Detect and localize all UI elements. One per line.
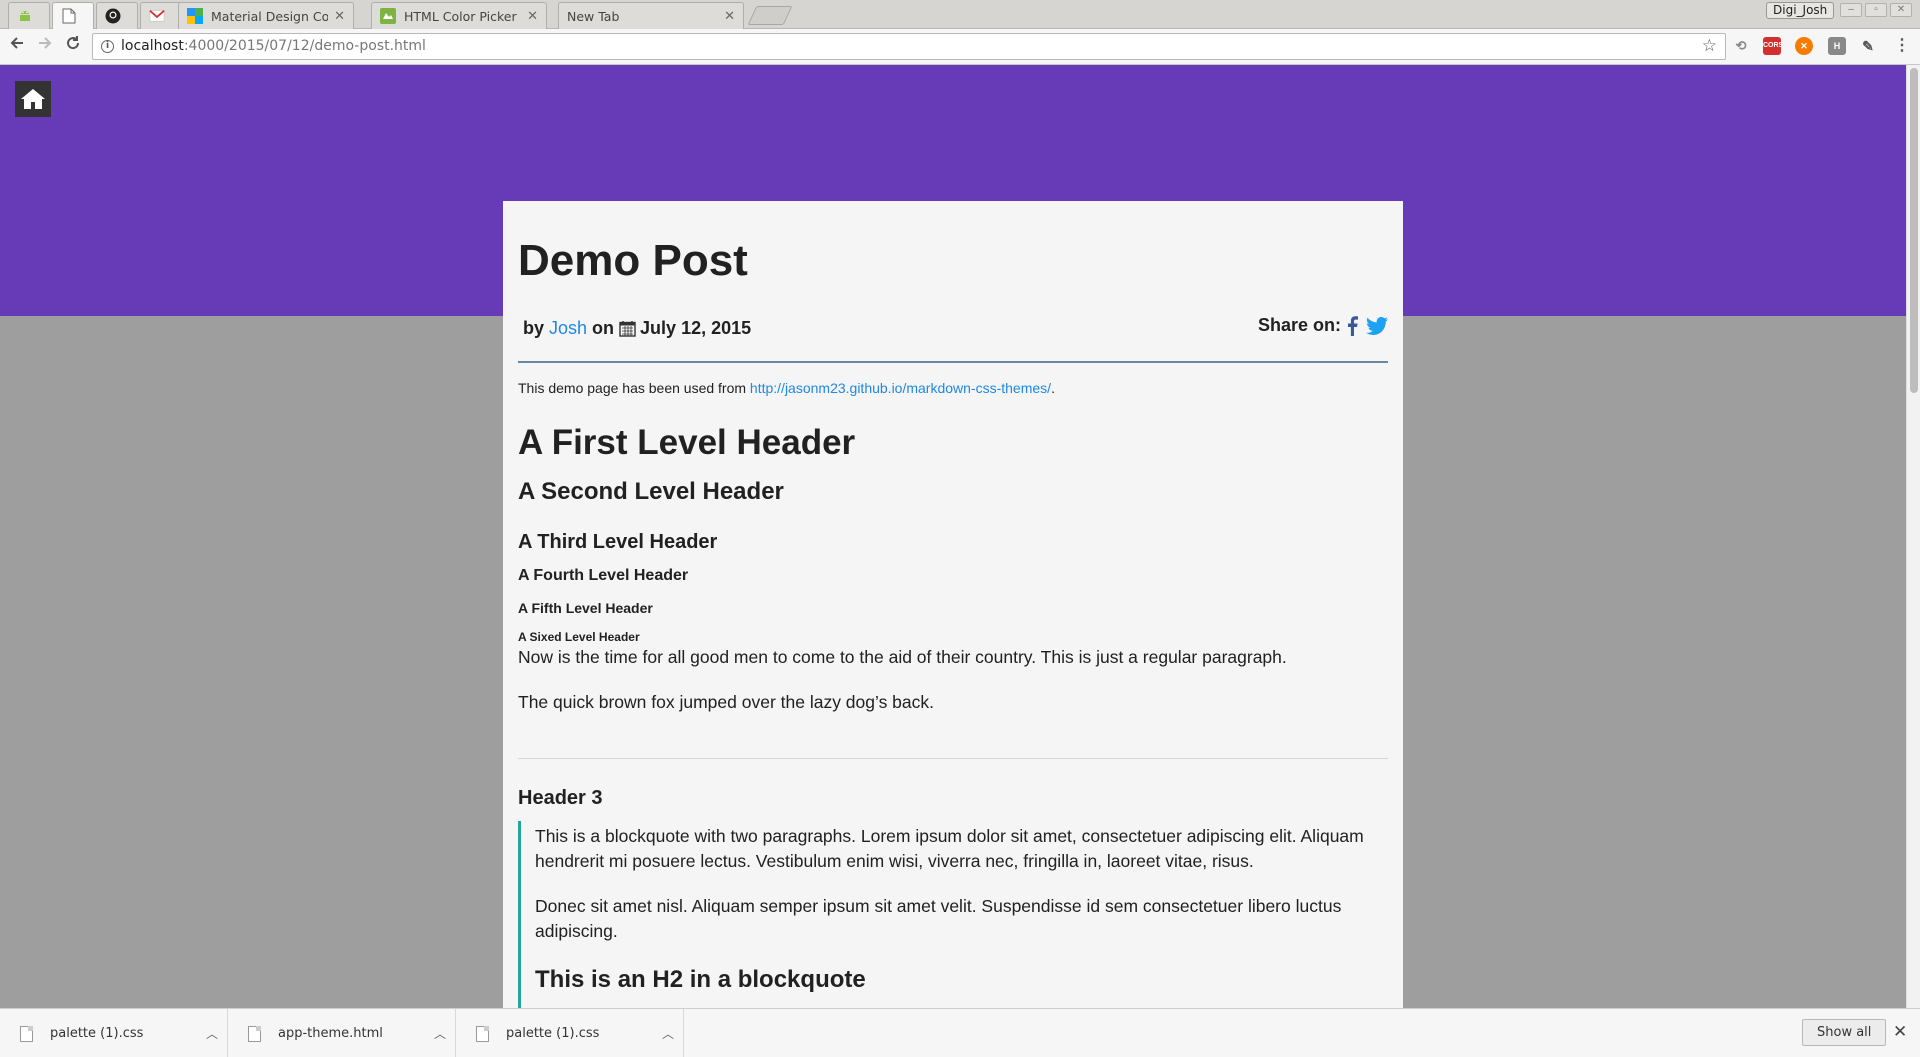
reload-icon: [67, 36, 80, 50]
tab-title: New Tab: [567, 8, 620, 24]
by-label: by: [523, 318, 545, 338]
page-viewport: Demo Post by Josh on July 12, 2015 Share…: [0, 65, 1906, 1008]
tab-pinned-gmail[interactable]: [140, 2, 182, 29]
home-button[interactable]: [15, 81, 51, 117]
intro-paragraph: This demo page has been used from http:/…: [518, 380, 1055, 396]
extension-h-icon[interactable]: H: [1828, 37, 1846, 55]
tab-material-design-color[interactable]: Material Design Color ✕: [178, 2, 354, 29]
blockquote: This is a blockquote with two paragraphs…: [518, 821, 1388, 1008]
extension-cors-icon[interactable]: CORS: [1763, 37, 1783, 55]
intro-text: This demo page has been used from: [518, 380, 750, 396]
minimize-button[interactable]: –: [1840, 3, 1862, 17]
heading-level-2: A Second Level Header: [518, 478, 784, 505]
forward-button[interactable]: [34, 35, 56, 57]
heading-level-5: A Fifth Level Header: [518, 600, 653, 616]
post-title: Demo Post: [518, 236, 748, 285]
download-item[interactable]: palette (1).css ︿: [0, 1009, 228, 1057]
profile-button[interactable]: Digi_Josh: [1766, 2, 1835, 19]
download-item[interactable]: app-theme.html ︿: [228, 1009, 456, 1057]
home-icon: [21, 89, 45, 109]
file-icon: [476, 1025, 489, 1042]
back-button[interactable]: [6, 35, 28, 57]
share-links: Share on:: [1258, 315, 1388, 336]
page-scrollbar[interactable]: [1906, 65, 1920, 1008]
arrow-right-icon: [39, 37, 52, 49]
close-tab-icon[interactable]: ✕: [334, 9, 345, 24]
header-3: Header 3: [518, 787, 603, 809]
tab-pinned-android[interactable]: [8, 2, 50, 29]
extension-orange-icon[interactable]: ✕: [1795, 37, 1813, 55]
twitter-icon[interactable]: [1366, 316, 1388, 335]
on-label: on: [592, 318, 615, 338]
heading-level-1: A First Level Header: [518, 423, 856, 462]
url-host: localhost: [121, 38, 184, 54]
tab-title: Material Design Color: [211, 8, 329, 24]
close-tab-icon[interactable]: ✕: [527, 9, 538, 24]
intro-end: .: [1051, 380, 1055, 396]
chevron-up-icon[interactable]: ︿: [653, 1025, 683, 1042]
chevron-up-icon[interactable]: ︿: [197, 1025, 227, 1042]
download-filename: palette (1).css: [50, 1026, 144, 1041]
tab-html-color-picker[interactable]: HTML Color Picker ✕: [371, 2, 547, 29]
android-icon: [17, 8, 33, 24]
tab-new-tab[interactable]: New Tab ✕: [558, 2, 744, 29]
extension-link-icon[interactable]: ⟲: [1732, 37, 1750, 55]
share-label: Share on:: [1257, 315, 1341, 335]
menu-icon[interactable]: ⋮: [1893, 37, 1911, 55]
calendar-icon: [619, 320, 636, 337]
post-card: Demo Post by Josh on July 12, 2015 Share…: [503, 201, 1403, 1008]
blockquote-paragraph-1: This is a blockquote with two paragraphs…: [535, 826, 1364, 871]
material-color-icon: [187, 8, 203, 24]
chevron-up-icon[interactable]: ︿: [425, 1025, 455, 1042]
tab-pinned-github[interactable]: [96, 2, 138, 29]
heading-level-4: A Fourth Level Header: [518, 567, 689, 584]
paragraph-regular: Now is the time for all good men to come…: [518, 647, 1287, 667]
arrow-left-icon: [10, 37, 23, 49]
file-icon: [20, 1025, 33, 1042]
color-picker-icon: [380, 8, 396, 24]
heading-level-6: A Sixed Level Header: [518, 630, 640, 644]
new-tab-button[interactable]: [747, 6, 793, 25]
tab-current-page[interactable]: [52, 2, 94, 29]
file-icon: [248, 1025, 261, 1042]
horizontal-rule: [518, 758, 1388, 759]
browser-toolbar: i localhost:4000/2015/07/12/demo-post.ht…: [0, 29, 1920, 65]
tab-strip: Material Design Color ✕ HTML Color Picke…: [0, 0, 1920, 29]
gmail-icon: [149, 8, 165, 24]
close-tab-icon[interactable]: ✕: [724, 9, 735, 24]
blockquote-heading: This is an H2 in a blockquote: [535, 966, 866, 993]
bookmark-star-icon[interactable]: ☆: [1702, 34, 1717, 59]
github-icon: [105, 8, 121, 24]
close-window-button[interactable]: ✕: [1890, 3, 1912, 17]
download-filename: palette (1).css: [506, 1026, 600, 1041]
tab-title: HTML Color Picker: [404, 8, 517, 24]
eyedropper-icon[interactable]: ✎: [1859, 37, 1877, 55]
show-all-button[interactable]: Show all: [1802, 1019, 1887, 1046]
url-path: :4000/2015/07/12/demo-post.html: [183, 38, 426, 54]
reload-button[interactable]: [62, 35, 84, 57]
page-icon: [61, 8, 77, 24]
scrollbar-thumb[interactable]: [1910, 68, 1918, 393]
heading-level-3: A Third Level Header: [518, 531, 718, 553]
blockquote-paragraph-2: Donec sit amet nisl. Aliquam semper ipsu…: [535, 896, 1342, 941]
close-shelf-icon[interactable]: ✕: [1893, 1022, 1907, 1042]
address-bar[interactable]: i localhost:4000/2015/07/12/demo-post.ht…: [92, 33, 1726, 60]
paragraph-fox: The quick brown fox jumped over the lazy…: [518, 692, 935, 712]
download-shelf: palette (1).css ︿ app-theme.html ︿ palet…: [0, 1008, 1920, 1057]
post-date: July 12, 2015: [640, 318, 752, 338]
download-item[interactable]: palette (1).css ︿: [456, 1009, 684, 1057]
facebook-icon[interactable]: [1347, 315, 1358, 336]
author-link[interactable]: Josh: [549, 318, 587, 339]
info-icon[interactable]: i: [101, 40, 114, 53]
post-meta: by Josh on July 12, 2015: [523, 318, 751, 339]
header-divider: [518, 361, 1388, 363]
maximize-button[interactable]: ▫: [1865, 3, 1887, 17]
download-filename: app-theme.html: [278, 1026, 383, 1041]
intro-link[interactable]: http://jasonm23.github.io/markdown-css-t…: [750, 380, 1051, 396]
